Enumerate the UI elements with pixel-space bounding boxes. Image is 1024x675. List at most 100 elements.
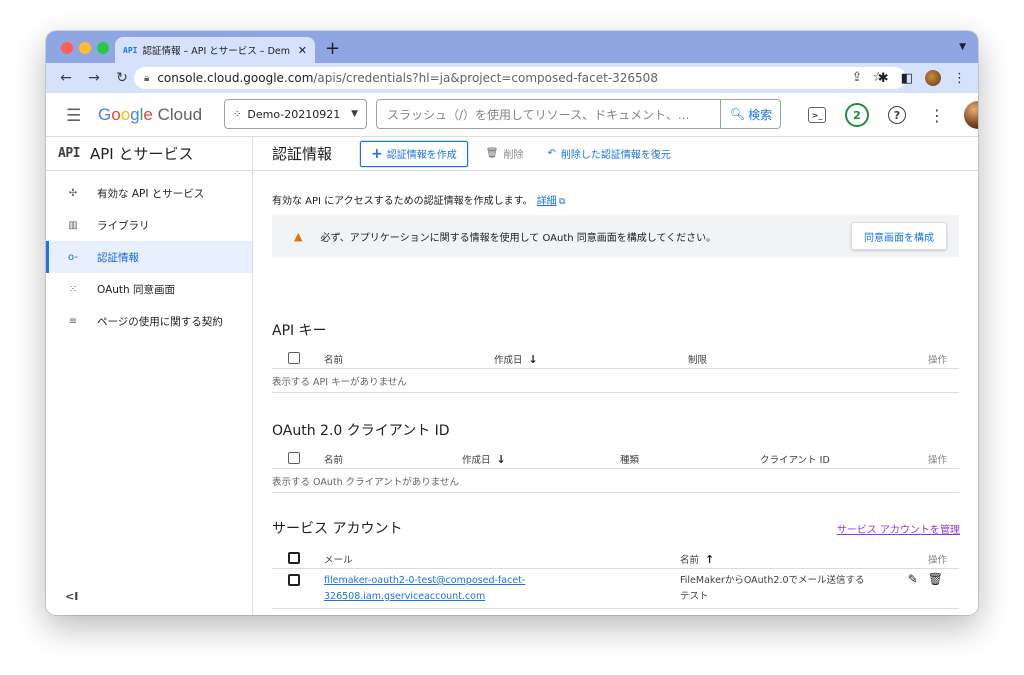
oauth-table: 名前 作成日 ↓ 種類 クライアント ID 操作 表示する OAuth クライアン… bbox=[272, 447, 959, 493]
restore-deleted-button[interactable]: ↶ 削除した認証情報を復元 bbox=[547, 146, 670, 161]
column-created[interactable]: 作成日 ↓ bbox=[462, 452, 506, 466]
service-account-name: FileMakerからOAuth2.0でメール送信する テスト bbox=[680, 575, 865, 602]
column-name: 名前 bbox=[324, 355, 344, 366]
browser-window: API 認証情報 – API とサービス – Dem ✕ + ▼ ← → ↻ 🔒… bbox=[46, 31, 978, 615]
url-host: console.cloud.google.com bbox=[157, 71, 314, 85]
api-icon: API bbox=[58, 146, 80, 161]
forward-arrow-icon[interactable]: → bbox=[86, 70, 102, 86]
empty-row: 表示する API キーがありません bbox=[272, 369, 959, 393]
search-placeholder: スラッシュ（/）を使用してリソース、ドキュメント、... bbox=[387, 107, 690, 122]
sidebar-item-label: 有効な API とサービス bbox=[97, 187, 205, 200]
sidebar-item-credentials[interactable]: o- 認証情報 bbox=[46, 241, 252, 273]
address-toolbar: ← → ↻ 🔒︎ console.cloud.google.com/apis/c… bbox=[46, 63, 978, 93]
create-credentials-button[interactable]: + 認証情報を作成 bbox=[360, 140, 468, 167]
restore-label: 削除した認証情報を復元 bbox=[560, 150, 671, 161]
intro-text: 有効な API にアクセスするための認証情報を作成します。 詳細 ⧉ bbox=[272, 192, 565, 207]
new-tab-button[interactable]: + bbox=[325, 38, 340, 59]
service-accounts-table: メール 名前 ↑ 操作 filemaker-oauth2-0-test@compo… bbox=[272, 547, 959, 609]
column-created[interactable]: 作成日 ↓ bbox=[494, 352, 538, 366]
oauth-consent-alert: ▲ 必ず、アプリケーションに関する情報を使用して OAuth 同意画面を構成して… bbox=[272, 215, 959, 257]
create-credentials-label: 認証情報を作成 bbox=[386, 150, 457, 161]
column-name[interactable]: 名前 ↑ bbox=[680, 552, 714, 566]
more-options-icon[interactable]: ⋮ bbox=[924, 102, 950, 128]
learn-more-link[interactable]: 詳細 bbox=[537, 196, 557, 207]
select-all-checkbox[interactable] bbox=[288, 452, 300, 464]
column-type: 種類 bbox=[620, 455, 640, 466]
sort-down-icon: ↓ bbox=[496, 453, 506, 466]
empty-row: 表示する OAuth クライアントがありません bbox=[272, 469, 959, 493]
browser-menu-icon[interactable]: ⋮ bbox=[953, 71, 966, 86]
tab-strip: API 認証情報 – API とサービス – Dem ✕ + ▼ bbox=[46, 31, 978, 63]
close-window-button[interactable] bbox=[61, 42, 73, 54]
sidebar-item-oauth-consent[interactable]: ⁙ OAuth 同意画面 bbox=[46, 273, 252, 305]
extensions-puzzle-icon[interactable]: ✱ bbox=[878, 71, 889, 86]
undo-icon: ↶ bbox=[547, 148, 556, 159]
sidebar-item-enabled-apis[interactable]: ✣ 有効な API とサービス bbox=[46, 177, 252, 209]
account-avatar[interactable] bbox=[964, 101, 978, 129]
hamburger-menu-icon[interactable]: ☰ bbox=[66, 106, 81, 126]
search-button[interactable]: 🔍︎ 検索 bbox=[720, 99, 781, 129]
zoom-window-button[interactable] bbox=[97, 42, 109, 54]
minimize-window-button[interactable] bbox=[79, 42, 91, 54]
row-actions: ✎ 🗑︎ bbox=[908, 572, 943, 586]
table-header: メール 名前 ↑ 操作 bbox=[272, 547, 959, 569]
sidebar-item-library[interactable]: ▥ ライブラリ bbox=[46, 209, 252, 241]
tab-credentials[interactable]: API 認証情報 – API とサービス – Dem ✕ bbox=[115, 37, 315, 63]
service-account-email-link[interactable]: filemaker-oauth2-0-test@composed-facet- … bbox=[324, 573, 525, 605]
action-bar: 認証情報 + 認証情報を作成 🗑︎ 削除 ↶ 削除した認証情報を復元 bbox=[254, 137, 978, 171]
search-button-label: 検索 bbox=[748, 107, 773, 122]
header-icons: >_ 2 ? ⋮ bbox=[804, 101, 978, 129]
sort-down-icon: ↓ bbox=[528, 353, 538, 366]
api-keys-title: API キー bbox=[272, 323, 327, 339]
notification-count-badge: 2 bbox=[845, 103, 869, 127]
plus-icon: + bbox=[371, 145, 383, 162]
tab-favicon: API bbox=[123, 45, 138, 55]
consent-icon: ⁙ bbox=[68, 283, 78, 295]
api-keys-table: 名前 作成日 ↓ 制限 操作 表示する API キーがありません bbox=[272, 347, 959, 393]
column-restrictions: 制限 bbox=[688, 355, 708, 366]
help-button[interactable]: ? bbox=[884, 102, 910, 128]
notifications-button[interactable]: 2 bbox=[844, 102, 870, 128]
table-header: 名前 作成日 ↓ 種類 クライアント ID 操作 bbox=[272, 447, 959, 469]
select-all-checkbox[interactable] bbox=[288, 552, 300, 564]
google-cloud-logo[interactable]: Google Cloud bbox=[98, 105, 202, 125]
table-row: filemaker-oauth2-0-test@composed-facet- … bbox=[272, 569, 959, 609]
main-content: 認証情報 + 認証情報を作成 🗑︎ 削除 ↶ 削除した認証情報を復元 有効な A… bbox=[254, 137, 978, 615]
sidepanel-icon[interactable]: ◧ bbox=[901, 71, 913, 86]
project-selector[interactable]: ⁘ Demo-20210921 ▼ bbox=[224, 99, 367, 129]
help-icon: ? bbox=[888, 106, 906, 124]
sidebar-item-label: ページの使用に関する契約 bbox=[97, 315, 223, 328]
sidebar-item-label: OAuth 同意画面 bbox=[97, 283, 176, 296]
select-all-checkbox[interactable] bbox=[288, 352, 300, 364]
manage-service-accounts-link[interactable]: サービス アカウントを管理 bbox=[837, 521, 960, 536]
delete-trash-icon[interactable]: 🗑︎ bbox=[928, 572, 943, 586]
key-icon: o- bbox=[68, 251, 78, 263]
project-icon: ⁘ bbox=[233, 108, 242, 120]
column-actions: 操作 bbox=[927, 455, 947, 466]
alert-text: 必ず、アプリケーションに関する情報を使用して OAuth 同意画面を構成してくだ… bbox=[320, 232, 717, 244]
delete-button[interactable]: 🗑︎ 削除 bbox=[486, 146, 524, 161]
sidebar-item-page-usage-agreements[interactable]: ≡ ページの使用に関する契約 bbox=[46, 305, 252, 337]
chevron-down-icon[interactable]: ▼ bbox=[959, 42, 966, 52]
page-title: 認証情報 bbox=[272, 145, 333, 163]
address-bar[interactable]: 🔒︎ console.cloud.google.com/apis/credent… bbox=[134, 67, 906, 89]
collapse-nav-icon[interactable]: <I bbox=[65, 590, 78, 603]
reload-icon[interactable]: ↻ bbox=[114, 70, 130, 86]
edit-pencil-icon[interactable]: ✎ bbox=[908, 572, 918, 586]
column-actions: 操作 bbox=[927, 355, 947, 366]
sidebar-item-label: 認証情報 bbox=[97, 251, 139, 264]
profile-avatar[interactable] bbox=[925, 70, 941, 86]
lock-icon: 🔒︎ bbox=[144, 72, 150, 84]
delete-label: 削除 bbox=[503, 150, 524, 161]
table-header: 名前 作成日 ↓ 制限 操作 bbox=[272, 347, 959, 369]
extension-area: ✱ ◧ ⋮ bbox=[878, 70, 966, 86]
configure-consent-button[interactable]: 同意画面を構成 bbox=[851, 222, 947, 250]
cloud-shell-button[interactable]: >_ bbox=[804, 102, 830, 128]
row-checkbox[interactable] bbox=[288, 574, 300, 586]
tab-close-icon[interactable]: ✕ bbox=[298, 44, 307, 57]
column-email: メール bbox=[324, 555, 353, 566]
column-actions: 操作 bbox=[927, 555, 947, 566]
url-path: /apis/credentials?hl=ja&project=composed… bbox=[313, 71, 658, 85]
back-arrow-icon[interactable]: ← bbox=[58, 70, 74, 86]
project-name: Demo-20210921 bbox=[247, 107, 341, 121]
